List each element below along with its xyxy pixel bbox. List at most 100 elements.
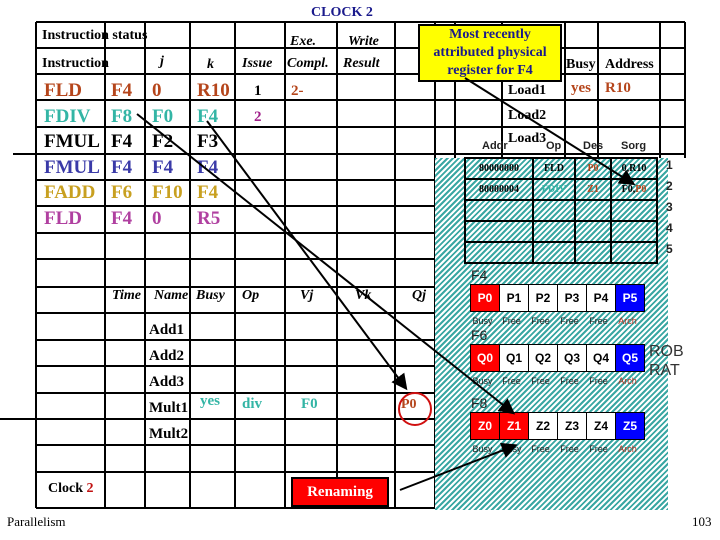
rob-sorg: 0,R10 xyxy=(610,157,658,180)
rob-entry-number: 5 xyxy=(666,242,673,256)
physical-register: Q3 xyxy=(558,345,587,371)
physical-register: P4 xyxy=(587,285,616,311)
instr-k: R10 xyxy=(197,80,230,101)
register-state: Busy xyxy=(501,444,522,454)
rs-header-busy: Busy xyxy=(196,288,225,303)
renaming-button[interactable]: Renaming xyxy=(291,477,389,507)
rob-rat-label: ROB RAT xyxy=(649,342,684,380)
regfile-states: Busy Busy Free Free Free Arch xyxy=(468,444,642,454)
physical-register: Z5 xyxy=(616,413,644,439)
instr-k: F4 xyxy=(197,105,219,127)
header-k: k xyxy=(207,57,214,72)
rob-sorg-text: F0, xyxy=(621,184,636,195)
header-address: Address xyxy=(605,57,654,72)
rs-name: Mult1 xyxy=(149,400,189,416)
register-state: Free xyxy=(589,444,608,454)
header-compl: Compl. xyxy=(287,56,329,71)
rob-des xyxy=(574,199,612,222)
instr-dest: F8 xyxy=(111,105,133,127)
rob-table: 80000000 FLD P0 0,R10 80000004 FDIV Z1 F0… xyxy=(464,157,658,264)
rob-op xyxy=(532,220,576,243)
load1-address: R10 xyxy=(605,80,631,96)
callout-box: Most recently attributed physical regist… xyxy=(418,24,562,82)
instr-op: FMUL xyxy=(44,156,100,178)
rob-op: FLD xyxy=(532,157,576,180)
register-state: Free xyxy=(560,444,579,454)
rob-op xyxy=(532,199,576,222)
rob-addr xyxy=(464,220,534,243)
rob-sorg-tag: P0 xyxy=(635,184,647,195)
regfile-label: F4 xyxy=(471,267,488,283)
rob-sorg xyxy=(610,220,658,243)
rob-op: FDIV xyxy=(532,178,576,201)
clock-title: CLOCK 2 xyxy=(311,5,373,20)
instr-op: FMUL xyxy=(44,131,100,152)
instr-issue: 1 xyxy=(254,83,262,99)
rat-label: RAT xyxy=(649,362,680,379)
instr-k: F4 xyxy=(197,156,219,178)
physical-register: Z2 xyxy=(529,413,558,439)
physical-register: Z3 xyxy=(558,413,587,439)
rs-header-vk: Vk xyxy=(355,288,372,303)
register-state: Free xyxy=(502,316,521,326)
header-exe: Exe. xyxy=(290,34,317,49)
instr-dest: F4 xyxy=(111,207,133,229)
rob-sorg-text: 0,R10 xyxy=(621,163,647,174)
register-state: Busy xyxy=(472,316,493,326)
rob-entry-number: 1 xyxy=(666,158,673,172)
physical-register: Q1 xyxy=(500,345,529,371)
header-write: Write xyxy=(348,34,379,49)
rob-row xyxy=(464,220,658,243)
header-j: j xyxy=(160,54,164,69)
instr-dest: F4 xyxy=(111,80,133,101)
clock-value: 2 xyxy=(86,481,94,496)
rob-header-des: Des xyxy=(583,140,604,152)
rob-header-op: Op xyxy=(546,140,562,152)
regfile-label: F6 xyxy=(471,327,488,343)
page-number: 103 xyxy=(692,514,712,529)
instr-j: 0 xyxy=(152,207,162,229)
rob-sorg xyxy=(610,241,658,264)
load1-busy: yes xyxy=(571,80,591,96)
instr-j: F0 xyxy=(152,105,174,127)
physical-register: P3 xyxy=(558,285,587,311)
rs-name: Add2 xyxy=(149,348,185,364)
register-state: Free xyxy=(589,376,608,386)
rs-op: div xyxy=(242,396,263,412)
clock-label: Clock 2 xyxy=(48,481,94,497)
rs-header-op: Op xyxy=(242,288,260,303)
instr-op: FLD xyxy=(44,80,82,101)
rs-name: Add3 xyxy=(149,374,185,390)
rob-header-sorg: Sorg xyxy=(621,140,647,152)
rob-des: Z1 xyxy=(574,178,612,201)
instruction-status-label: Instruction status xyxy=(42,28,148,43)
instr-dest: F6 xyxy=(111,182,133,203)
physical-register: Z1 xyxy=(500,413,529,439)
instr-j: F4 xyxy=(152,156,174,178)
header-result: Result xyxy=(343,56,380,71)
physical-register: P1 xyxy=(500,285,529,311)
physical-register: Q0 xyxy=(471,345,500,371)
instr-op: FDIV xyxy=(44,105,91,127)
regfile-states: Busy Free Free Free Free Arch xyxy=(468,376,642,386)
physical-register: Q5 xyxy=(616,345,644,371)
rob-entry-number: 2 xyxy=(666,179,673,193)
instr-dest: F4 xyxy=(111,131,133,152)
rob-addr: 80000004 xyxy=(464,178,534,201)
rs-vj: F0 xyxy=(301,396,318,412)
load3-name: Load3 xyxy=(508,131,547,146)
rob-label: ROB xyxy=(649,343,684,360)
rob-des: P0 xyxy=(574,157,612,180)
rob-entry-number: 3 xyxy=(666,200,673,214)
physical-register: Z0 xyxy=(471,413,500,439)
instr-k: F4 xyxy=(197,182,219,203)
register-state: Busy xyxy=(472,376,493,386)
rob-entry-number: 4 xyxy=(666,221,673,235)
physical-register: P5 xyxy=(616,285,644,311)
register-file-f4: P0 P1 P2 P3 P4 P5 xyxy=(470,284,645,312)
rs-name: Add1 xyxy=(149,322,185,338)
rob-row: 80000000 FLD P0 0,R10 xyxy=(464,157,658,180)
instr-j: 0 xyxy=(152,80,162,101)
instr-dest: F4 xyxy=(111,156,133,178)
rob-sorg: F0,P0 xyxy=(610,178,658,201)
